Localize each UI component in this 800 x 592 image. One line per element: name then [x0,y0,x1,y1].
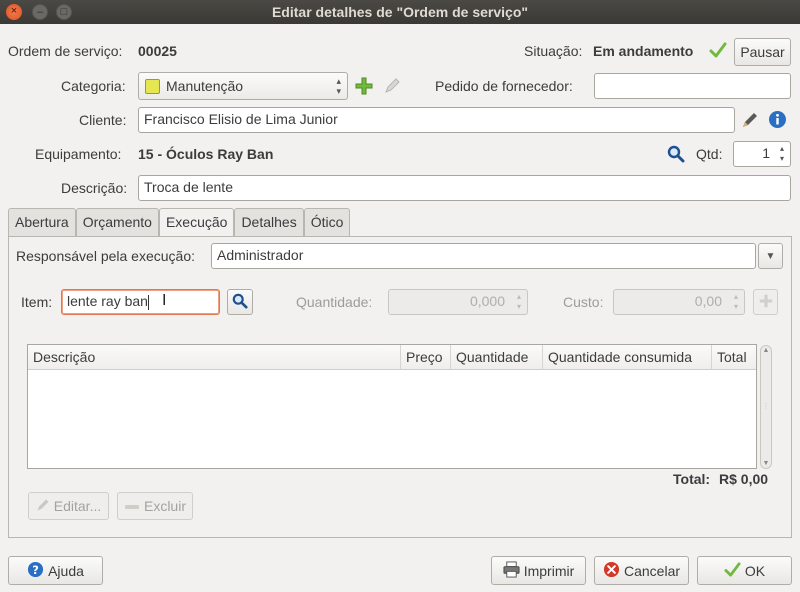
edit-button-label: Editar... [53,498,102,514]
edit-button[interactable]: Editar... [28,492,109,520]
ibeam-cursor-icon: I [162,292,167,309]
qty-label: Qtd: [696,146,723,162]
items-table: Descrição Preço Quantidade Quantidade co… [27,344,757,469]
category-color-swatch [145,78,160,94]
client-label: Cliente: [79,112,127,128]
tab-bar: Abertura Orçamento Execução Detalhes Óti… [8,208,351,237]
quantity-label: Quantidade: [296,294,373,310]
equipment-value: 15 - Óculos Ray Ban [138,146,274,162]
total-value: R$ 0,00 [719,471,769,487]
add-item-button[interactable] [753,289,778,315]
cost-spin-icon: ▴ ▾ [733,292,738,311]
minus-icon [124,498,140,514]
status-label: Situação: [524,43,583,59]
description-label: Descrição: [61,180,128,196]
help-button-label: Ajuda [48,562,84,579]
printer-icon [503,560,520,581]
search-icon [232,293,248,312]
column-quantity-consumed[interactable]: Quantidade consumida [543,345,712,369]
description-input[interactable]: Troca de lente [138,175,791,201]
print-button[interactable]: Imprimir [491,556,586,585]
cost-value: 0,00 [694,293,722,309]
text-cursor [147,294,149,310]
equipment-label: Equipamento: [35,146,122,162]
category-value: Manutenção [166,78,244,94]
print-button-label: Imprimir [523,562,575,579]
cost-input[interactable]: 0,00 ▴ ▾ [613,289,745,315]
qty-value: 1 [762,145,770,161]
search-equipment-icon[interactable] [667,145,685,166]
help-button[interactable]: ? Ajuda [8,556,103,585]
column-description[interactable]: Descrição [28,345,401,369]
supplier-order-input[interactable] [594,73,791,99]
help-icon: ? [27,561,44,581]
responsible-label: Responsável pela execução: [16,248,196,264]
combo-updown-icon: ▴ ▾ [336,76,341,96]
add-category-icon[interactable] [355,77,373,98]
scroll-up-icon[interactable]: ▲ [761,347,771,354]
order-number-label: Ordem de serviço: [8,43,123,59]
supplier-order-label: Pedido de fornecedor: [435,78,573,94]
edit-category-icon[interactable] [383,77,401,98]
ok-button-label: OK [744,562,766,579]
pencil-icon [36,498,50,515]
item-input[interactable]: lente ray ban I [61,289,220,315]
cancel-icon [603,561,620,581]
svg-text:?: ? [32,562,39,576]
status-value: Em andamento [593,43,694,59]
chevron-down-icon: ▼ [765,250,776,262]
qty-input[interactable]: 1 ▴ ▾ [733,141,791,167]
column-quantity[interactable]: Quantidade [451,345,543,369]
tab-execucao[interactable]: Execução [158,208,235,237]
tab-detalhes[interactable]: Detalhes [234,208,304,236]
window-titlebar: × – □ Editar detalhes de "Ordem de servi… [0,0,800,24]
ok-button[interactable]: OK [697,556,792,585]
tab-orcamento[interactable]: Orçamento [75,208,159,236]
category-combo[interactable]: Manutenção ▴ ▾ [138,72,348,100]
add-icon [759,294,773,311]
check-icon [709,41,727,62]
delete-button[interactable]: Excluir [117,492,193,520]
delete-button-label: Excluir [143,498,186,514]
cancel-button-label: Cancelar [623,562,681,579]
pause-button-label: Pausar [740,44,785,60]
scroll-down-icon[interactable]: ▼ [761,460,771,467]
qty-spin-icon[interactable]: ▴ ▾ [776,144,788,164]
pause-button[interactable]: Pausar [734,38,791,66]
item-value: lente ray ban [67,293,148,309]
info-icon[interactable] [768,110,787,132]
column-total[interactable]: Total [712,345,756,369]
item-label: Item: [21,294,53,310]
quantity-input[interactable]: 0,000 ▴ ▾ [388,289,528,315]
window-title: Editar detalhes de "Ordem de serviço" [271,4,529,20]
tab-abertura[interactable]: Abertura [8,208,76,236]
column-price[interactable]: Preço [401,345,451,369]
responsible-input[interactable]: Administrador [211,243,756,269]
search-item-button[interactable] [227,289,253,315]
tab-otico[interactable]: Ótico [303,208,351,236]
quantity-spin-icon: ▴ ▾ [516,292,521,311]
total-label: Total: [673,471,711,487]
client-input[interactable]: Francisco Elisio de Lima Junior [138,107,735,133]
order-number-value: 00025 [138,43,177,59]
pencil-icon[interactable] [741,111,759,132]
check-icon [724,561,741,581]
cost-label: Custo: [563,294,604,310]
responsible-dropdown-button[interactable]: ▼ [758,243,783,269]
table-scrollbar[interactable]: ▲ ⋮ ▼ [760,345,772,469]
table-header: Descrição Preço Quantidade Quantidade co… [28,345,756,370]
cancel-button[interactable]: Cancelar [594,556,689,585]
quantity-value: 0,000 [469,293,505,309]
category-label: Categoria: [61,78,126,94]
scroll-grip-icon: ⋮ [762,403,770,410]
